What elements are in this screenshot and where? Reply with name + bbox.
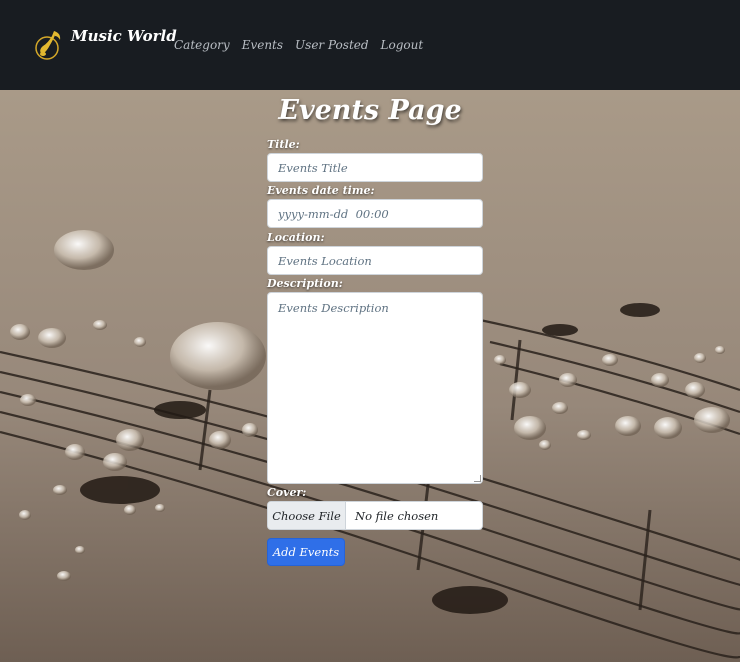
location-input[interactable] <box>267 246 483 275</box>
nav-links: Category Events User Posted Logout <box>174 38 423 52</box>
nav-link-logout[interactable]: Logout <box>381 38 424 52</box>
nav-link-category[interactable]: Category <box>174 38 230 52</box>
textarea-resize-handle[interactable] <box>474 475 481 482</box>
page-title: Events Page <box>278 95 462 126</box>
navbar: Music World Category Events User Posted … <box>0 0 740 90</box>
file-status-text: No file chosen <box>355 508 439 523</box>
location-label: Location: <box>267 231 325 244</box>
nav-link-user-posted[interactable]: User Posted <box>295 38 369 52</box>
title-label: Title: <box>267 138 300 151</box>
add-events-button[interactable]: Add Events <box>267 538 345 566</box>
datetime-input[interactable] <box>267 199 483 228</box>
music-note-logo-icon[interactable] <box>34 28 64 64</box>
cover-file-input[interactable]: Choose File No file chosen <box>267 501 483 530</box>
nav-link-events[interactable]: Events <box>242 38 283 52</box>
description-textarea[interactable] <box>267 292 483 484</box>
cover-label: Cover: <box>267 486 307 499</box>
brand-name[interactable]: Music World <box>71 27 177 45</box>
description-label: Description: <box>267 277 343 290</box>
title-input[interactable] <box>267 153 483 182</box>
datetime-label: Events date time: <box>267 184 375 197</box>
choose-file-button[interactable]: Choose File <box>268 502 346 529</box>
